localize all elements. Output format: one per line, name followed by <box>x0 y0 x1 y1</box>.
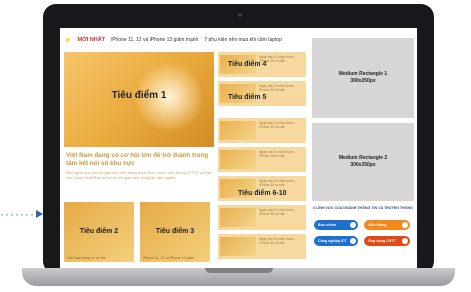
featured-card-3[interactable]: Tiêu điểm 3 iPhone 11, 12 và iPhone 13 g… <box>140 202 210 262</box>
side-row[interactable]: Ngày này 10 năm trước, iPhone 4S ra mắt <box>218 234 306 259</box>
row-meta: Ngày này 10 năm trước, iPhone 4S ra mắt <box>259 150 295 159</box>
ad-medium-rectangle-1[interactable]: Medium Rectangle 1 300x250px <box>312 38 414 118</box>
camera-dot <box>238 13 242 17</box>
fire-icon: ⚡ <box>64 37 72 44</box>
promo-heading: 6 LĨNH VỰC CỦA NGÀNH THÔNG TIN VÀ TRUYỀN… <box>313 206 413 210</box>
pill-icon <box>402 238 408 244</box>
ad-medium-rectangle-2[interactable]: Medium Rectangle 2 300x250px <box>312 123 414 201</box>
pill-label: Công nghiệp ICT <box>318 239 347 243</box>
row-meta: Ngày này 10 năm trước, iPhone 4S ra mắt <box>259 237 295 246</box>
ticker-tag: MỚI NHẤT <box>77 37 106 43</box>
card-sub: Việt Nam đang có cơ hội <box>67 256 106 260</box>
row-meta: Ngày này 10 năm trước, iPhone 4S ra mắt <box>259 208 295 217</box>
pill-label: Ứng dụng CNTT <box>368 239 396 243</box>
row-thumbnail <box>220 121 256 140</box>
side-row[interactable]: Ngày này 10 năm trước, iPhone 4S ra mắt <box>218 176 306 201</box>
row-thumbnail <box>220 237 256 256</box>
ad-size: 300x250px <box>350 78 376 84</box>
row-meta: Ngày này 10 năm trước, iPhone 4S ra mắt <box>259 84 295 93</box>
card-title: Tiêu điểm 2 <box>79 228 119 235</box>
laptop-screen: ⚡ MỚI NHẤT iPhone 11, 12 và iPhone 13 gi… <box>60 28 417 268</box>
card-sub: iPhone 11, 12 và iPhone 13 giảm <box>143 256 195 260</box>
ad-size: 300x250px <box>350 162 376 168</box>
featured-card-2[interactable]: Tiêu điểm 2 Việt Nam đang có cơ hội <box>64 202 134 262</box>
ad-name: Medium Rectangle 2 <box>338 155 388 161</box>
pill-buu-chinh[interactable]: Bưu chính <box>314 220 358 230</box>
label-tieu-diem-6-10: Tiêu điểm 6-10 <box>238 190 287 197</box>
label-tieu-diem-4: Tiêu điểm 4 <box>228 61 267 68</box>
card-title: Tiêu điểm 3 <box>155 228 195 235</box>
row-meta: Ngày này 10 năm trước, iPhone 4S ra mắt <box>259 121 295 130</box>
ad-name: Medium Rectangle 1 <box>338 71 388 77</box>
side-row[interactable]: Ngày này 10 năm trước, iPhone 4S ra mắt <box>218 205 306 230</box>
ict-promo: 6 LĨNH VỰC CỦA NGÀNH THÔNG TIN VÀ TRUYỀN… <box>312 206 414 264</box>
featured-hero[interactable]: Tiêu điểm 1 <box>64 52 214 147</box>
laptop-notch <box>205 268 273 273</box>
hero-text: Việt Nam đang có cơ hội lớn để trở thành… <box>66 152 212 180</box>
pill-label: Bưu chính <box>318 223 336 227</box>
ticker-item[interactable]: 7 phụ kiện nên mua khi cầm laptop <box>204 37 282 43</box>
pill-icon <box>350 222 356 228</box>
row-meta: Ngày này 10 năm trước, iPhone 4S ra mắt <box>259 179 295 188</box>
news-ticker: ⚡ MỚI NHẤT iPhone 11, 12 và iPhone 13 gi… <box>64 34 309 46</box>
side-row[interactable]: Ngày này 10 năm trước, iPhone 4S ra mắt <box>218 147 306 172</box>
row-thumbnail <box>220 150 256 169</box>
pill-icon <box>402 222 408 228</box>
stage: ······· ⚡ MỚI NHẤT iPhone 11, 12 và iPho… <box>0 0 471 292</box>
dotted-arrow-decoration: ······· <box>0 207 35 221</box>
hero-excerpt: Mới nghe qua hội cả giao học việc nang d… <box>66 170 211 180</box>
label-tieu-diem-5: Tiêu điểm 5 <box>228 94 267 101</box>
pill-label: Viễn thông <box>368 223 387 227</box>
pill-icon <box>350 238 356 244</box>
row-thumbnail <box>220 208 256 227</box>
hero-heading[interactable]: Việt Nam đang có cơ hội lớn để trở thành… <box>66 152 212 167</box>
arrow-head-icon <box>36 210 43 218</box>
pill-cong-nghiep-ict[interactable]: Công nghiệp ICT <box>314 236 358 246</box>
pill-vien-thong[interactable]: Viễn thông <box>364 220 410 230</box>
side-row[interactable]: Ngày này 10 năm trước, iPhone 4S ra mắt <box>218 118 306 143</box>
pill-ung-dung-cntt[interactable]: Ứng dụng CNTT <box>364 236 410 246</box>
hero-title: Tiêu điểm 1 <box>111 90 167 101</box>
ticker-item[interactable]: iPhone 11, 12 và iPhone 13 giảm mạnh <box>111 37 198 43</box>
